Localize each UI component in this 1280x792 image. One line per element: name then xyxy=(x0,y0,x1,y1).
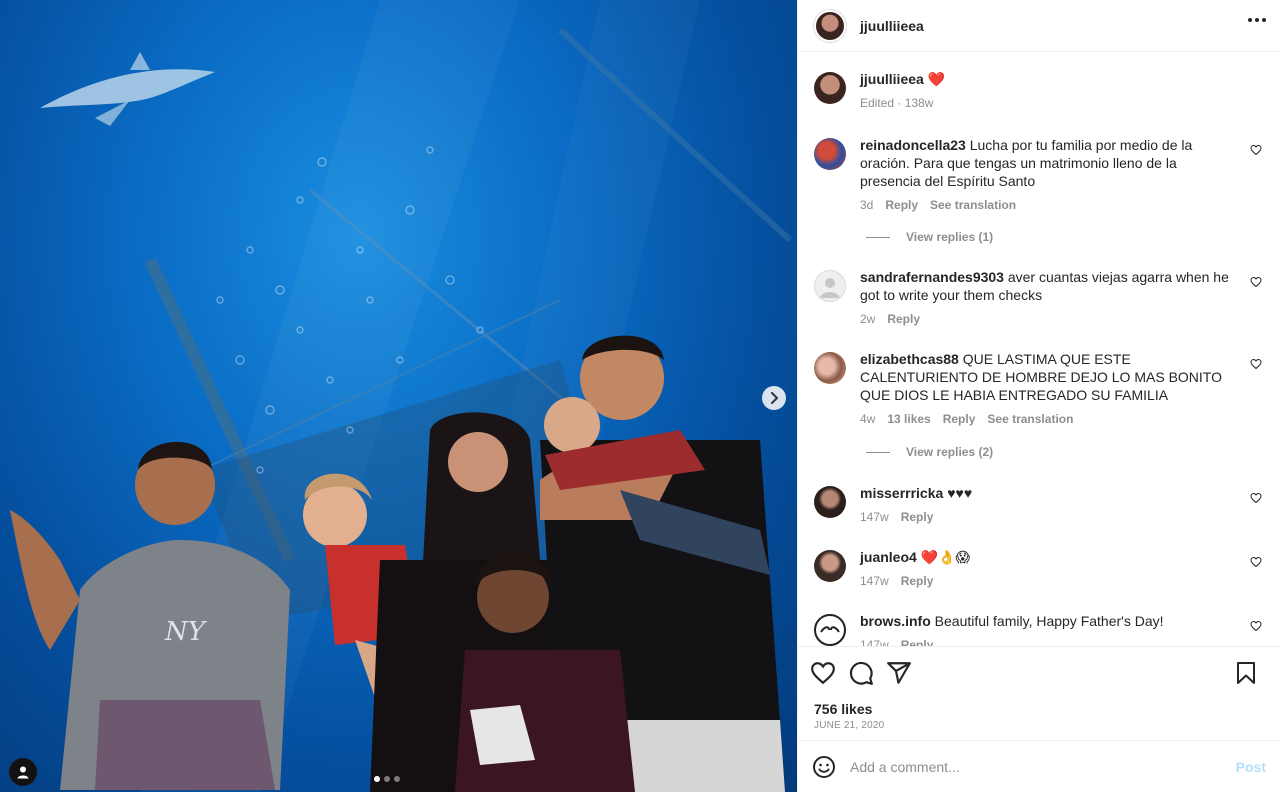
caption-meta: Edited · 138w xyxy=(860,96,934,110)
share-icon xyxy=(887,661,911,684)
heart-icon xyxy=(811,661,835,684)
avatar[interactable] xyxy=(814,614,846,646)
view-replies-label: View replies (2) xyxy=(906,445,994,459)
share-button[interactable] xyxy=(886,660,912,686)
caption-username[interactable]: jjuulliieea xyxy=(860,71,924,87)
comment-username[interactable]: elizabethcas88 xyxy=(860,351,959,367)
caption: jjuulliieea ❤️ Edited · 138w xyxy=(814,70,1264,112)
post-photo[interactable]: NY xyxy=(0,0,797,792)
default-avatar-icon xyxy=(820,278,840,298)
comment-time: 147w xyxy=(860,574,889,588)
post-side-panel: jjuulliieea jjuulliieea ❤️ Edited · 138w xyxy=(797,0,1280,792)
save-button[interactable] xyxy=(1234,660,1258,686)
post-actions xyxy=(798,646,1280,698)
carousel-indicator xyxy=(374,776,400,782)
caption-emoji: ❤️ xyxy=(927,71,946,87)
comment-time: 147w xyxy=(860,638,889,646)
comment-username[interactable]: reinadoncella23 xyxy=(860,137,966,153)
tagged-users-button[interactable] xyxy=(9,758,37,786)
post-comment-button[interactable]: Post xyxy=(1236,759,1266,775)
bookmark-icon xyxy=(1237,662,1255,684)
carousel-dot xyxy=(394,776,400,782)
more-options-button[interactable] xyxy=(1248,18,1266,22)
comment-input[interactable] xyxy=(850,758,1236,775)
comment-time: 4w xyxy=(860,412,876,426)
user-tag-icon xyxy=(17,766,29,779)
comment-time: 147w xyxy=(860,510,889,524)
avatar[interactable] xyxy=(814,270,846,302)
avatar[interactable] xyxy=(814,486,846,518)
avatar[interactable] xyxy=(814,138,846,170)
reply-button[interactable]: Reply xyxy=(901,508,934,526)
heart-icon[interactable] xyxy=(1250,556,1262,568)
heart-icon[interactable] xyxy=(1250,620,1262,632)
like-button[interactable] xyxy=(810,660,836,686)
heart-icon[interactable] xyxy=(1250,492,1262,504)
view-replies-button[interactable]: View replies (1) xyxy=(866,230,993,244)
avatar[interactable] xyxy=(814,9,846,42)
comment-item: brows.info Beautiful family, Happy Fathe… xyxy=(814,612,1264,646)
avatar[interactable] xyxy=(814,72,846,104)
comment-text: ❤️👌😱 xyxy=(920,549,971,565)
avatar[interactable] xyxy=(814,550,846,582)
view-replies-label: View replies (1) xyxy=(906,230,994,244)
comments-list[interactable]: jjuulliieea ❤️ Edited · 138w reinadoncel… xyxy=(798,52,1280,646)
comment-item: elizabethcas88 QUE LASTIMA QUE ESTE CALE… xyxy=(814,350,1264,428)
comment-time: 2w xyxy=(860,312,876,326)
avatar[interactable] xyxy=(814,352,846,384)
aquarium-family-photo: NY xyxy=(10,0,793,792)
comment-likes[interactable]: 13 likes xyxy=(887,410,930,428)
comment-time: 3d xyxy=(860,198,874,212)
chevron-right-icon xyxy=(771,392,779,404)
more-icon xyxy=(1248,18,1266,22)
reply-button[interactable]: Reply xyxy=(885,196,918,214)
see-translation-button[interactable]: See translation xyxy=(930,196,1016,214)
reply-button[interactable]: Reply xyxy=(887,310,920,328)
reply-button[interactable]: Reply xyxy=(901,572,934,590)
emoji-icon xyxy=(813,755,835,778)
comment-item: juanleo4 ❤️👌😱 147w Reply xyxy=(814,548,1264,590)
emoji-button[interactable] xyxy=(812,755,836,779)
svg-text:NY: NY xyxy=(164,617,208,647)
next-photo-button[interactable] xyxy=(762,386,786,410)
header-username[interactable]: jjuulliieea xyxy=(860,18,924,34)
comment-username[interactable]: brows.info xyxy=(860,613,931,629)
comment-username[interactable]: misserrricka xyxy=(860,485,943,501)
reply-button[interactable]: Reply xyxy=(943,410,976,428)
comment-text: ♥♥♥ xyxy=(947,485,973,501)
heart-icon[interactable] xyxy=(1250,276,1262,288)
post-header: jjuulliieea xyxy=(798,0,1280,52)
like-count[interactable]: 756 likes xyxy=(798,698,1280,720)
carousel-dot-active xyxy=(374,776,380,782)
post-date: JUNE 21, 2020 xyxy=(814,720,885,731)
comment-button[interactable] xyxy=(848,660,874,686)
instagram-post: NY jjuulliieea jjuulliieea ❤️ Edited · 1… xyxy=(0,0,1280,792)
comment-username[interactable]: sandrafernandes9303 xyxy=(860,269,1004,285)
comment-item: sandrafernandes9303 aver cuantas viejas … xyxy=(814,268,1264,328)
heart-icon[interactable] xyxy=(1250,144,1262,156)
carousel-dot xyxy=(384,776,390,782)
reply-button[interactable]: Reply xyxy=(901,636,934,646)
comment-text: Beautiful family, Happy Father's Day! xyxy=(934,613,1164,629)
see-translation-button[interactable]: See translation xyxy=(987,410,1073,428)
comment-item: reinadoncella23 Lucha por tu familia por… xyxy=(814,136,1264,214)
heart-icon[interactable] xyxy=(1250,358,1262,370)
view-replies-button[interactable]: View replies (2) xyxy=(866,445,993,459)
add-comment-bar: Post xyxy=(798,740,1280,792)
comment-username[interactable]: juanleo4 xyxy=(860,549,917,565)
comment-icon xyxy=(849,661,873,685)
brow-logo-icon xyxy=(820,626,840,633)
comment-item: misserrricka ♥♥♥ 147w Reply xyxy=(814,484,1264,526)
